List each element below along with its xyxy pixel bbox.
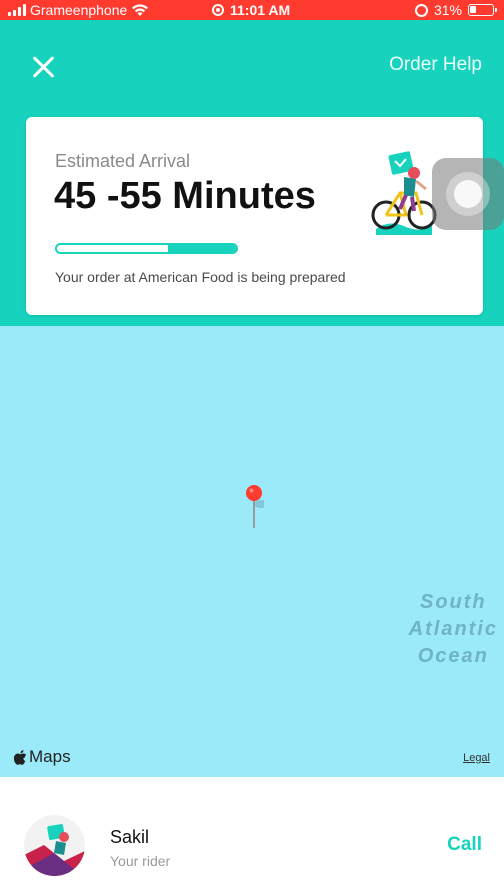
carrier-name: Grameenphone — [30, 2, 128, 18]
progress-remaining — [57, 245, 168, 252]
call-button[interactable]: Call — [447, 834, 482, 856]
ocean-label-line-1: South — [420, 591, 487, 613]
screen-record-icon — [212, 4, 224, 16]
battery-icon — [468, 4, 497, 16]
ocean-label-line-3: Ocean — [417, 645, 489, 667]
rider-role: Your rider — [110, 853, 171, 869]
ocean-label-line-2: Atlantic — [408, 618, 498, 640]
eta-card: Estimated Arrival 45 -55 Minutes Your or… — [26, 117, 483, 315]
status-right: 31% — [414, 2, 497, 18]
assistive-touch-button[interactable] — [432, 158, 504, 230]
delivery-rider-illustration — [371, 151, 437, 235]
apple-maps-logo: Maps — [14, 747, 71, 767]
orientation-lock-icon — [414, 3, 428, 17]
status-left: Grameenphone — [8, 2, 149, 18]
eta-label: Estimated Arrival — [55, 151, 191, 171]
battery-percent: 31% — [433, 2, 462, 18]
map-pin-icon[interactable] — [244, 484, 264, 530]
order-status-text: Your order at American Food is being pre… — [55, 269, 346, 285]
order-header: Order Help Estimated Arrival 45 -55 Minu… — [0, 20, 504, 326]
wifi-icon — [132, 4, 149, 16]
eta-value: 45 -55 Minutes — [54, 175, 316, 217]
legal-link[interactable]: Legal — [463, 752, 490, 764]
apple-icon — [14, 749, 27, 765]
rider-bar: Sakil Your rider Call — [0, 777, 504, 891]
maps-brand-label: Maps — [29, 747, 71, 766]
signal-icon — [8, 4, 26, 16]
order-progress-bar — [55, 243, 238, 254]
rider-name: Sakil — [110, 827, 150, 847]
close-icon[interactable] — [26, 50, 62, 86]
order-help-button[interactable]: Order Help — [389, 54, 482, 76]
status-center: 11:01 AM — [212, 2, 290, 18]
rider-avatar — [24, 815, 85, 876]
delivery-map[interactable]: South Atlantic Ocean Maps Legal — [0, 326, 504, 777]
status-bar: Grameenphone 11:01 AM 31% — [0, 0, 504, 20]
ocean-label: South Atlantic Ocean — [409, 589, 498, 670]
status-time: 11:01 AM — [230, 2, 291, 18]
